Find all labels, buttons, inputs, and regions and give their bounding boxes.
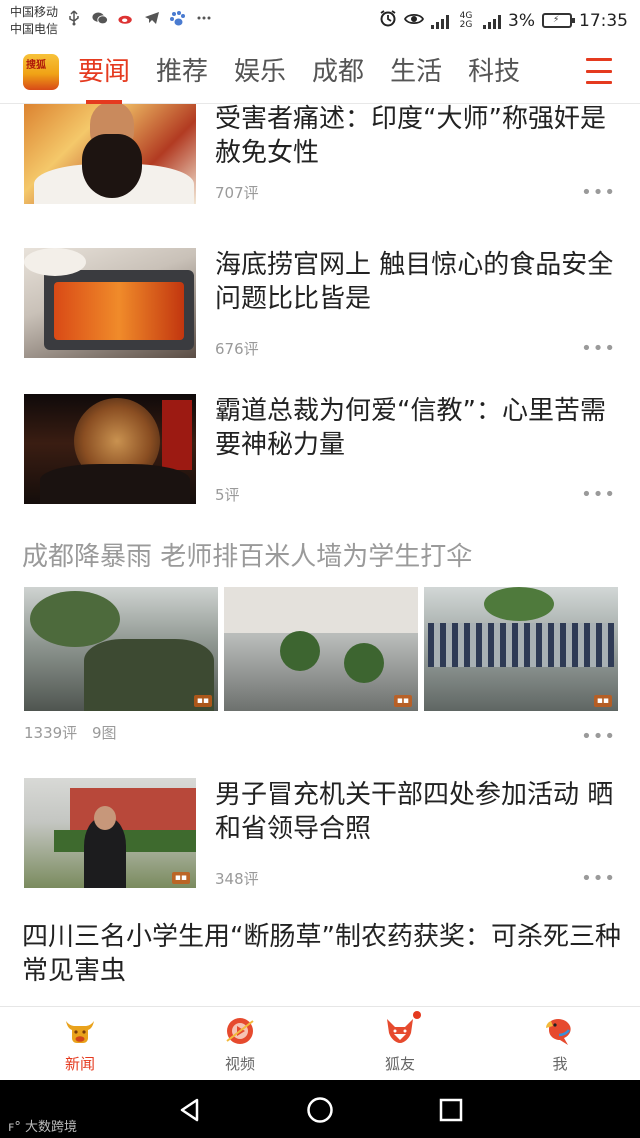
gallery-photo: ▪▪ — [224, 587, 418, 711]
news-item[interactable]: 四川三名小学生用“断肠草”制农药获奖：可杀死三种常见害虫 — [0, 920, 640, 1006]
status-bar: 中国移动 中国电信 4G 2G 3% ⚡ 17:35 — [0, 0, 640, 42]
news-item[interactable]: 海底捞官网上 触目惊心的食品安全问题比比皆是 676评 ••• — [0, 248, 640, 359]
usb-icon — [66, 10, 82, 26]
baidu-icon — [170, 10, 186, 26]
bottom-navigation: 新闻 视频 狐友 我 — [0, 1006, 640, 1080]
video-icon — [223, 1015, 257, 1047]
system-navigation-bar — [0, 1080, 640, 1138]
photo-count: 9图 — [91, 724, 117, 742]
sohu-logo-text: 搜狐 — [26, 60, 46, 71]
news-title: 霸道总裁为何爱“信教”：心里苦需要神秘力量 — [215, 396, 606, 460]
signal-1-icon — [431, 13, 450, 29]
alarm-icon — [379, 9, 397, 32]
channel-tabs: 要闻 推荐 娱乐 成都 生活 科技 — [78, 54, 520, 104]
comment-count: 707评 — [215, 184, 259, 202]
more-options-button[interactable]: ••• — [581, 338, 616, 359]
nav-news-label: 新闻 — [64, 1055, 95, 1073]
gallery-news-item[interactable]: 成都降暴雨 老师排百米人墙为学生打伞 ▪▪ ▪▪ ▪▪ 1339评 9图 ••• — [0, 540, 640, 747]
news-feed[interactable]: 受害者痛述：印度“大师”称强奸是赦免女性 707评 ••• 海底捞官网上 触目惊… — [0, 104, 640, 1006]
carrier-2: 中国电信 — [10, 22, 59, 36]
gallery-photo: ▪▪ — [424, 587, 618, 711]
more-notifications-icon — [196, 10, 212, 26]
weibo-icon — [118, 10, 134, 26]
gallery-photo: ▪▪ — [24, 587, 218, 711]
clock: 17:35 — [579, 10, 628, 31]
notification-dot — [413, 1011, 421, 1019]
news-title: 海底捞官网上 触目惊心的食品安全问题比比皆是 — [215, 250, 614, 314]
parrot-icon — [543, 1015, 577, 1047]
news-title: 四川三名小学生用“断肠草”制农药获奖：可杀死三种常见害虫 — [22, 922, 621, 986]
carrier-labels: 中国移动 中国电信 — [10, 4, 58, 38]
tab-tech[interactable]: 科技 — [468, 54, 520, 90]
nav-video-label: 视频 — [224, 1055, 255, 1073]
watermark-icon: ▪▪ — [193, 695, 212, 707]
status-indicators: 4G 2G 3% ⚡ 17:35 — [379, 9, 628, 32]
comment-count: 676评 — [215, 340, 259, 358]
back-icon[interactable] — [175, 1095, 205, 1125]
nav-fox-friends[interactable]: 狐友 — [360, 1011, 440, 1074]
news-thumbnail: ▪▪ — [24, 778, 196, 888]
carrier-1: 中国移动 — [10, 5, 59, 19]
watermark-icon: ▪▪ — [593, 695, 612, 707]
watermark-logo-icon: ꜰ° — [8, 1120, 21, 1135]
news-title: 男子冒充机关干部四处参加活动 晒和省领导合照 — [215, 780, 614, 844]
more-options-button[interactable]: ••• — [581, 868, 616, 889]
image-watermark: ꜰ° 大数跨境 — [8, 1116, 77, 1135]
tab-life[interactable]: 生活 — [390, 54, 442, 90]
watermark-text: 大数跨境 — [25, 1120, 78, 1135]
more-options-button[interactable]: ••• — [581, 726, 616, 747]
comment-count: 348评 — [215, 870, 259, 888]
more-options-button[interactable]: ••• — [581, 484, 616, 505]
wechat-icon — [92, 10, 108, 26]
more-options-button[interactable]: ••• — [581, 182, 616, 203]
battery-percent: 3% — [508, 10, 535, 31]
channel-tab-bar: 搜狐 要闻 推荐 娱乐 成都 生活 科技 — [0, 42, 640, 104]
battery-icon: ⚡ — [542, 13, 575, 28]
watermark-icon: ▪▪ — [393, 695, 412, 707]
tab-headlines[interactable]: 要闻 — [78, 54, 130, 104]
nav-me-label: 我 — [552, 1055, 568, 1073]
news-item[interactable]: 霸道总裁为何爱“信教”：心里苦需要神秘力量 5评 ••• — [0, 394, 640, 505]
photo-gallery: ▪▪ ▪▪ ▪▪ — [24, 587, 618, 711]
sohu-logo[interactable]: 搜狐 — [23, 54, 59, 90]
signal-2-icon — [483, 13, 502, 29]
news-thumbnail — [24, 394, 196, 504]
bull-icon — [63, 1015, 97, 1047]
news-title: 成都降暴雨 老师排百米人墙为学生打伞 — [22, 542, 473, 572]
tab-chengdu[interactable]: 成都 — [312, 54, 364, 90]
tab-recommended[interactable]: 推荐 — [156, 54, 208, 90]
gallery-meta: 1339评 9图 — [24, 722, 117, 743]
fox-icon — [383, 1011, 421, 1047]
telegram-icon — [144, 10, 160, 26]
news-item[interactable]: ▪▪ 男子冒充机关干部四处参加活动 晒和省领导合照 348评 ••• — [0, 778, 640, 889]
eye-comfort-icon — [403, 11, 425, 31]
channel-menu-button[interactable] — [586, 58, 612, 84]
notification-icons — [66, 10, 212, 26]
news-app-screen: 中国移动 中国电信 4G 2G 3% ⚡ 17:35 搜狐 要闻 推荐 娱乐 成… — [0, 0, 640, 1138]
nav-video[interactable]: 视频 — [200, 1015, 280, 1074]
watermark-icon: ▪▪ — [171, 872, 190, 884]
nav-me[interactable]: 我 — [520, 1015, 600, 1074]
recents-icon[interactable] — [436, 1095, 466, 1125]
news-item[interactable]: 受害者痛述：印度“大师”称强奸是赦免女性 707评 ••• — [0, 104, 640, 234]
comment-count: 1339评 — [24, 724, 78, 742]
news-thumbnail — [24, 104, 196, 204]
news-thumbnail — [24, 248, 196, 358]
nav-fox-friends-label: 狐友 — [384, 1055, 415, 1073]
comment-count: 5评 — [215, 486, 240, 504]
nav-news[interactable]: 新闻 — [40, 1015, 120, 1074]
tab-entertainment[interactable]: 娱乐 — [234, 54, 286, 90]
home-icon[interactable] — [305, 1095, 335, 1125]
news-title: 受害者痛述：印度“大师”称强奸是赦免女性 — [215, 104, 606, 168]
network-type-badge: 4G 2G — [459, 10, 473, 30]
